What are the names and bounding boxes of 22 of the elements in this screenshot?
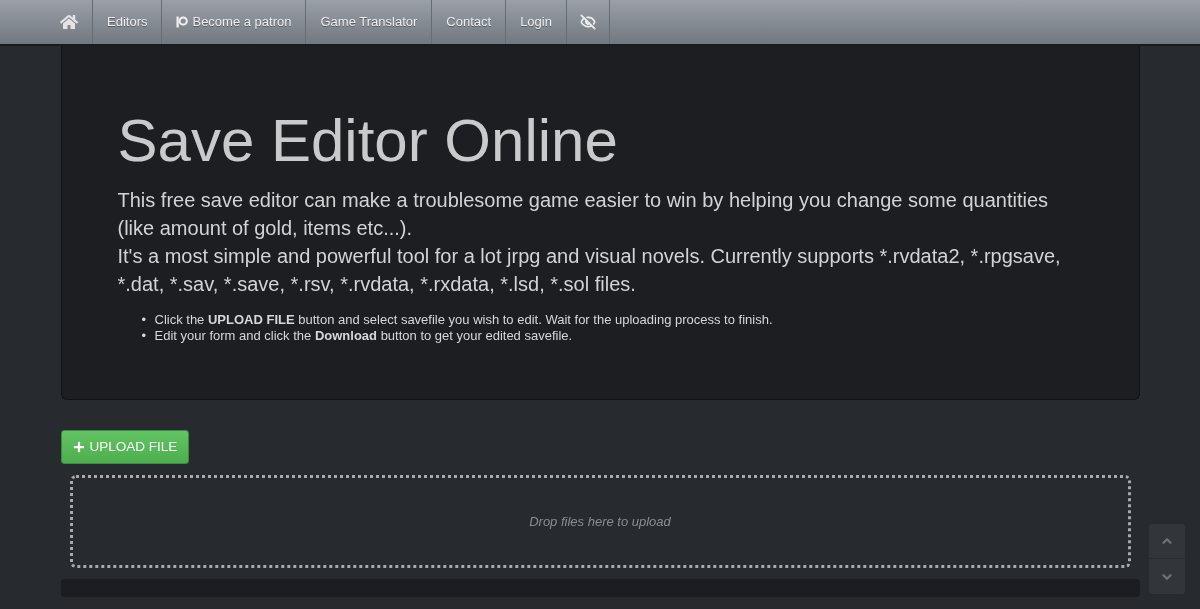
eye-slash-icon	[579, 14, 596, 30]
instruction-text: Edit your form and click the Download button to get your edited savefile.	[154, 328, 573, 344]
drop-zone[interactable]: Drop files here to upload	[69, 475, 1131, 568]
nav-link[interactable]: Editors	[92, 0, 162, 44]
visibility-toggle[interactable]	[565, 0, 610, 44]
nav-link[interactable]: Contact	[431, 0, 506, 44]
intro-paragraph: This free save editor can make a troublesome game easier to win by helping you change some quantities (like amount of gold, items etc...).	[117, 188, 1050, 241]
drop-zone-message: Drop files here to upload	[529, 512, 671, 531]
home-icon	[60, 13, 78, 31]
instruction-text: Click the UPLOAD FILE button and select savefile you wish to edit. Wait for the uploading process to finish.	[154, 312, 773, 328]
upload-file-button[interactable]: UPLOAD FILE	[60, 430, 190, 464]
nav-link[interactable]: Become a patron	[161, 0, 306, 44]
plus-icon	[72, 441, 85, 453]
list-bullet: •	[141, 328, 148, 344]
intro-paragraph: It's a most simple and powerful tool for a lot jrpg and visual novels. Currently supports *.rvdata2, *.rpgsave, *.dat, *.sav, *.save, *.rsv, *.rvdata, *.rxdata, *.lsd, *.sol files.	[117, 244, 1062, 297]
nav-link-label: Become a patron	[192, 13, 292, 32]
page-title: Save Editor Online	[117, 108, 619, 174]
nav-link[interactable]: Login	[505, 0, 566, 44]
list-bullet: •	[141, 312, 148, 328]
scroll-up-button[interactable]	[1149, 524, 1185, 559]
nav-link[interactable]: Game Translator	[305, 0, 432, 44]
circle-logo-icon	[176, 16, 189, 28]
